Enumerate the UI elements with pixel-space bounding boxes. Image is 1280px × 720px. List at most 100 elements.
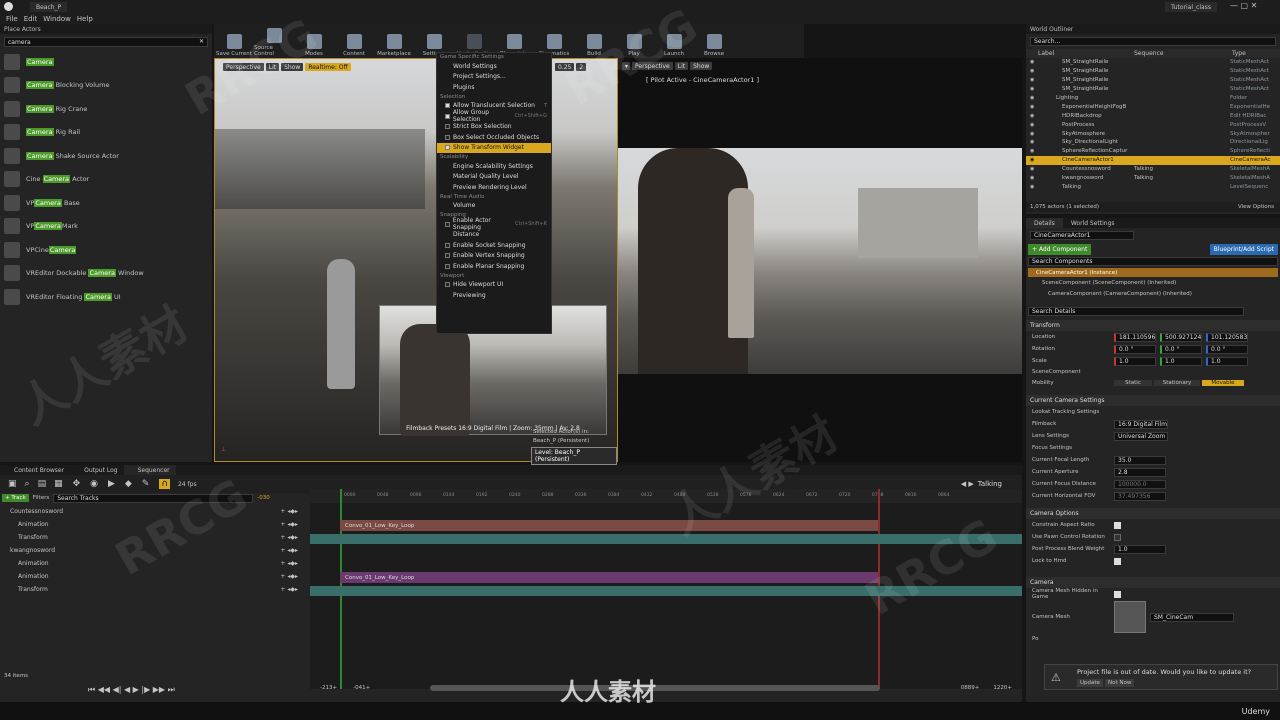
toolbar-button-browse[interactable]: Browse xyxy=(694,25,734,57)
search-details[interactable]: Search Details xyxy=(1028,307,1244,316)
current-camera-settings-section[interactable]: Current Camera Settings xyxy=(1026,395,1280,406)
menu-help[interactable]: Help xyxy=(77,15,93,23)
outliner-row[interactable]: ◉ Lighting Folder xyxy=(1026,94,1280,103)
sequencer-track[interactable]: Transform + ◂◆▸ xyxy=(0,583,308,596)
tab-sequencer[interactable]: Sequencer xyxy=(123,465,176,475)
outliner-row[interactable]: ◉ SM_StraightRaile StaticMeshAct xyxy=(1026,67,1280,76)
actor-item[interactable]: Camera xyxy=(0,50,212,74)
add-component-button[interactable]: + Add Component xyxy=(1028,243,1092,255)
visibility-eye-icon[interactable]: ◉ xyxy=(1030,86,1034,92)
update-button[interactable]: Update xyxy=(1077,679,1103,687)
search-tracks[interactable]: Search Tracks xyxy=(53,493,254,503)
outliner-row[interactable]: ◉ PostProcess PostProcessV xyxy=(1026,120,1280,129)
actor-item[interactable]: Cine Camera Actor xyxy=(0,168,212,192)
realtime-button[interactable]: Realtime: Off xyxy=(305,63,351,71)
mesh-hidden-checkbox[interactable] xyxy=(1114,590,1121,598)
place-actors-tab[interactable]: Place Actors xyxy=(0,24,212,34)
blend-weight-field[interactable]: 1.0 xyxy=(1114,544,1166,554)
key-icon[interactable]: ◆ xyxy=(125,479,132,489)
camera-section[interactable]: Camera xyxy=(1026,577,1280,588)
location-y[interactable]: 500.927124 xyxy=(1160,332,1202,342)
outliner-row[interactable]: ◉ SkyAtmosphere SkyAtmospher xyxy=(1026,129,1280,138)
visibility-eye-icon[interactable]: ◉ xyxy=(1030,95,1034,101)
outliner-row[interactable]: ◉ ExponentialHeightFogB ExponentialHe xyxy=(1026,102,1280,111)
place-actors-search[interactable]: camera ✕ xyxy=(4,37,208,47)
menu-item[interactable]: Previewing xyxy=(437,290,551,301)
toolbar-button-marketplace[interactable]: Marketplace xyxy=(374,25,414,57)
timeline-area[interactable]: 0000 0048 0096 0144 0192 0240 0288 0336 0384 0432… xyxy=(310,489,1022,689)
track-add-key-icon[interactable]: + ◂◆▸ xyxy=(280,573,298,580)
pilot-viewport[interactable]: ▾ Perspective Lit Show [ Pilot Active - … xyxy=(618,58,1022,462)
sequencer-track[interactable]: Animation + ◂◆▸ xyxy=(0,570,308,583)
show-button-right[interactable]: Show xyxy=(690,62,713,70)
tab-output-log[interactable]: Output Log xyxy=(70,467,123,474)
pawn-control-checkbox[interactable] xyxy=(1114,533,1121,541)
camera-mesh-thumbnail[interactable] xyxy=(1114,601,1146,633)
sequence-name[interactable]: Talking xyxy=(978,480,1002,488)
visibility-eye-icon[interactable]: ◉ xyxy=(1030,122,1034,128)
transform-section[interactable]: Transform xyxy=(1026,320,1280,331)
menu-item[interactable]: Strict Box Selection xyxy=(437,122,551,133)
mobility-movable[interactable]: Movable xyxy=(1202,380,1244,386)
actor-name-field[interactable]: CineCameraActor1 xyxy=(1030,231,1134,240)
outliner-row[interactable]: ◉ kwangnosword Talking SkeletalMeshA xyxy=(1026,174,1280,183)
menu-item[interactable]: Project Settings... xyxy=(437,72,551,83)
view-start[interactable]: -041+ xyxy=(353,685,370,691)
scale-z[interactable]: 1.0 xyxy=(1206,356,1248,366)
actor-item[interactable]: Camera Shake Source Actor xyxy=(0,144,212,168)
menu-item[interactable]: World Settings xyxy=(437,61,551,72)
menu-item[interactable]: Plugins xyxy=(437,82,551,93)
col-label[interactable]: Label xyxy=(1038,50,1054,57)
menu-file[interactable]: File xyxy=(6,15,18,23)
filters-button[interactable]: Filters xyxy=(33,495,50,501)
start-frame[interactable]: -030 xyxy=(257,495,269,501)
visibility-eye-icon[interactable]: ◉ xyxy=(1030,68,1034,74)
range-start[interactable]: -213+ xyxy=(320,685,337,691)
transform-icon[interactable]: ✥ xyxy=(73,479,81,489)
visibility-eye-icon[interactable]: ◉ xyxy=(1030,59,1034,65)
lock-hmd-checkbox[interactable] xyxy=(1114,557,1121,565)
scale-x[interactable]: 1.0 xyxy=(1114,356,1156,366)
snap-toggle-icon[interactable]: ∩ xyxy=(159,479,170,489)
menu-item[interactable]: Show Transform Widget xyxy=(437,142,551,153)
perspective-button[interactable]: Perspective xyxy=(223,63,264,71)
menu-checkbox[interactable] xyxy=(445,124,450,130)
outliner-row[interactable]: ◉ SM_StraightRaile StaticMeshAct xyxy=(1026,58,1280,67)
view-options-button[interactable]: View Options xyxy=(1238,204,1274,210)
transform-track-2[interactable] xyxy=(310,586,1022,596)
visibility-eye-icon[interactable]: ◉ xyxy=(1030,131,1034,137)
outliner-search[interactable]: Search... xyxy=(1030,37,1276,46)
visibility-eye-icon[interactable]: ◉ xyxy=(1030,104,1034,110)
track-add-key-icon[interactable]: + ◂◆▸ xyxy=(280,534,298,541)
outliner-row[interactable]: ◉ SphereReflectionCaptur SphereReflecti xyxy=(1026,147,1280,156)
outliner-row[interactable]: ◉ Talking LevelSequenc xyxy=(1026,182,1280,191)
edit-tools-icon[interactable]: ✎ xyxy=(142,479,150,489)
menu-checkbox[interactable] xyxy=(445,282,450,288)
lit-button-right[interactable]: Lit xyxy=(674,62,689,70)
mobility-stationary[interactable]: Stationary xyxy=(1154,380,1200,386)
rotation-z[interactable]: 0.0 ° xyxy=(1206,344,1248,354)
level-tab[interactable]: Beach_P xyxy=(30,2,68,12)
col-sequence[interactable]: Sequence xyxy=(1134,50,1164,57)
instance-row[interactable]: CineCameraActor1 (Instance) xyxy=(1028,268,1278,277)
sequencer-track[interactable]: Transform + ◂◆▸ xyxy=(0,531,308,544)
track-add-key-icon[interactable]: + ◂◆▸ xyxy=(280,508,298,515)
menu-item[interactable]: Box Select Occluded Objects xyxy=(437,132,551,143)
menu-checkbox[interactable] xyxy=(445,253,450,259)
perspective-button-right[interactable]: Perspective xyxy=(632,62,673,70)
location-x[interactable]: 181.110596 xyxy=(1114,332,1156,342)
toolbar-button-build[interactable]: Build xyxy=(574,25,614,57)
menu-item[interactable]: Engine Scalability Settings xyxy=(437,161,551,172)
menu-item[interactable]: Material Quality Level xyxy=(437,172,551,183)
render-icon[interactable]: ▦ xyxy=(54,479,63,489)
show-button[interactable]: Show xyxy=(281,63,304,71)
toolbar-button-source-control[interactable]: Source Control xyxy=(254,25,294,57)
actor-item[interactable]: VPCineCamera xyxy=(0,238,212,262)
actor-item[interactable]: Camera Blocking Volume xyxy=(0,74,212,98)
rotation-y[interactable]: 0.0 ° xyxy=(1160,344,1202,354)
not-now-button[interactable]: Not Now xyxy=(1105,679,1135,687)
visibility-eye-icon[interactable]: ◉ xyxy=(1030,175,1034,181)
menu-item[interactable]: Enable Actor Snapping Ctrl+Shift+K xyxy=(437,217,551,231)
view-end[interactable]: 0889+ xyxy=(961,685,980,691)
sequencer-track[interactable]: kwangnosword + ◂◆▸ xyxy=(0,544,308,557)
